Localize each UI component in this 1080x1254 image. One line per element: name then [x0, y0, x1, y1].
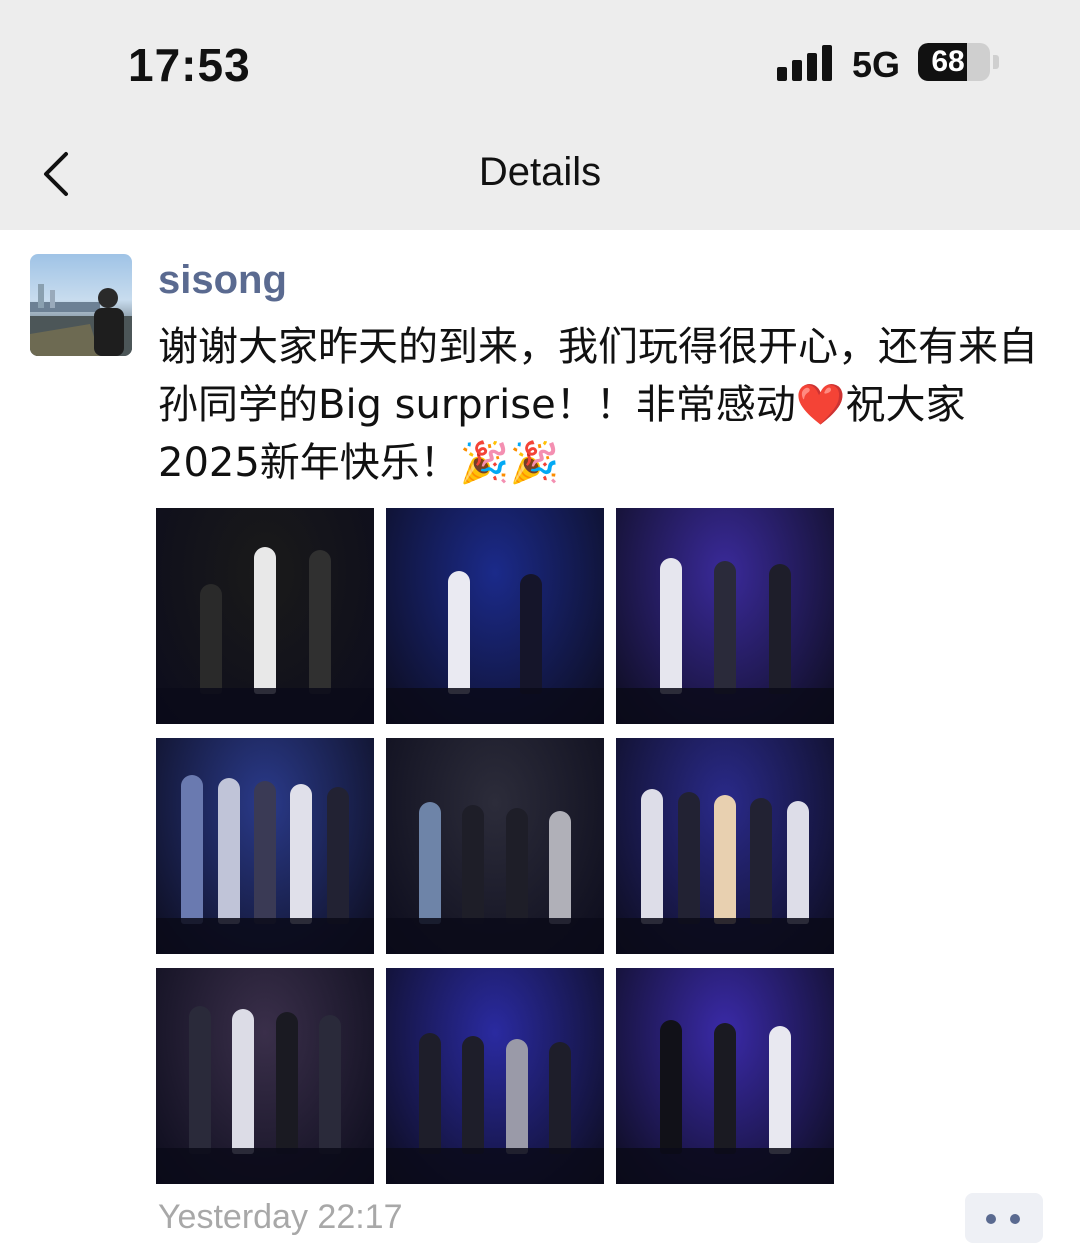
- photo-1[interactable]: [156, 508, 374, 724]
- photo-figure: [677, 792, 700, 924]
- photo-stage: [386, 918, 604, 954]
- photo-stage: [156, 1148, 374, 1184]
- more-dots-icon: [986, 1214, 996, 1224]
- photo-figure: [217, 778, 240, 924]
- avatar[interactable]: [30, 254, 132, 356]
- photo-figure: [418, 802, 441, 924]
- photo-5[interactable]: [386, 738, 604, 954]
- photo-figure: [447, 571, 470, 694]
- photo-stage: [386, 688, 604, 724]
- photo-4[interactable]: [156, 738, 374, 954]
- photo-figure: [714, 1023, 736, 1154]
- post-text: 谢谢大家昨天的到来，我们玩得很开心，还有来自孙同学的Big surprise！！…: [158, 324, 1038, 486]
- photo-stage: [386, 1148, 604, 1184]
- photo-figure: [505, 808, 528, 924]
- photo-figure: [188, 1006, 211, 1154]
- photo-figure: [786, 801, 809, 924]
- photo-figure: [275, 1012, 298, 1154]
- photo-figure: [199, 584, 222, 694]
- battery-icon: 68: [918, 43, 990, 81]
- photo-stage: [616, 688, 834, 724]
- photo-3[interactable]: [616, 508, 834, 724]
- photo-figure: [549, 811, 572, 924]
- photo-8[interactable]: [386, 968, 604, 1184]
- photo-figure: [418, 1033, 441, 1154]
- photo-figure: [768, 564, 791, 694]
- photo-7[interactable]: [156, 968, 374, 1184]
- photo-figure: [714, 795, 736, 924]
- photo-stage: [616, 918, 834, 954]
- photo-figure: [659, 1020, 682, 1154]
- battery-percent: 68: [931, 45, 965, 78]
- battery-cap: [993, 55, 999, 69]
- photo-2[interactable]: [386, 508, 604, 724]
- page-title: Details: [478, 150, 602, 194]
- photo-9[interactable]: [616, 968, 834, 1184]
- photo-grid: [156, 508, 834, 1184]
- photo-figure: [254, 547, 276, 694]
- photo-figure: [462, 805, 485, 924]
- photo-figure: [549, 1042, 572, 1154]
- signal-icon: [777, 45, 833, 81]
- photo-figure: [319, 1015, 342, 1154]
- photo-stage: [616, 1148, 834, 1184]
- status-time: 17:53: [128, 39, 251, 91]
- photo-figure: [290, 784, 313, 924]
- photo-figure: [308, 550, 331, 694]
- photo-figure: [462, 1036, 485, 1154]
- photo-6[interactable]: [616, 738, 834, 954]
- photo-figure: [181, 775, 204, 924]
- network-type: 5G: [852, 44, 901, 85]
- avatar-image: [30, 284, 132, 356]
- photo-figure: [659, 558, 682, 694]
- photo-figure: [326, 787, 349, 924]
- photo-figure: [520, 574, 543, 694]
- photo-figure: [750, 798, 773, 924]
- photo-stage: [156, 688, 374, 724]
- photo-figure: [641, 789, 664, 924]
- photo-stage: [156, 918, 374, 954]
- author-name[interactable]: sisong: [158, 258, 287, 303]
- photo-figure: [714, 561, 736, 694]
- photo-figure: [232, 1009, 255, 1154]
- more-dots-icon-dot: [1010, 1214, 1020, 1224]
- photo-figure: [768, 1026, 791, 1154]
- top-bar: 17:53 5G 68 Details: [0, 0, 1080, 230]
- post-timestamp: Yesterday 22:17: [158, 1198, 403, 1236]
- photo-figure: [505, 1039, 528, 1154]
- photo-figure: [254, 781, 276, 924]
- more-button[interactable]: [965, 1193, 1043, 1243]
